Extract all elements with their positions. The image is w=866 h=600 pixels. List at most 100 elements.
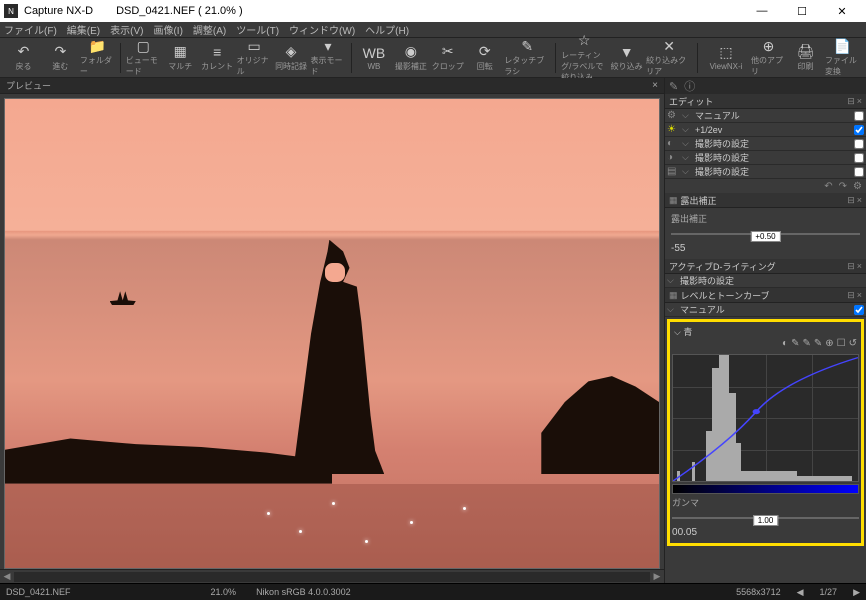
image-canvas[interactable] <box>0 94 664 569</box>
クロップ-icon: ✂ <box>439 44 457 60</box>
close-icon[interactable]: × <box>652 80 658 91</box>
scroll-right-icon[interactable]: ▶ <box>650 571 664 583</box>
menu-item[interactable]: ウィンドウ(W) <box>289 22 355 37</box>
channel-selector[interactable]: ⌵ 青 <box>674 325 692 338</box>
印刷-icon: 🖨 <box>796 44 814 60</box>
toolbar-button[interactable]: ▼絞り込み <box>609 40 644 76</box>
titlebar: N Capture NX-D DSD_0421.NEF ( 21.0% ) — … <box>0 0 866 22</box>
status-page: 1/27 <box>820 587 838 597</box>
scroll-left-icon[interactable]: ◀ <box>0 571 14 583</box>
toolbar-button[interactable]: ▾表示モード <box>311 40 346 76</box>
adjustment-row[interactable]: ▤⌵撮影時の設定 <box>665 165 866 179</box>
preview-tab[interactable]: プレビュー × <box>0 78 664 94</box>
close-button[interactable]: ✕ <box>822 1 862 21</box>
toolbar-button[interactable]: ↶戻る <box>6 40 41 76</box>
adjustment-checkbox[interactable] <box>854 111 864 121</box>
toolbar-button[interactable]: ⬚ViewNX-i <box>703 40 749 76</box>
chevron-down-icon: ⌵ <box>682 138 692 149</box>
adjustment-row[interactable]: ◐⌵撮影時の設定 <box>665 137 866 151</box>
edit-panel: ✎ ⓘ エディット ⊟× ⚙⌵マニュアル☀⌵+1/2ev◐⌵撮影時の設定◑⌵撮影… <box>664 78 866 583</box>
menu-item[interactable]: 表示(V) <box>110 22 143 37</box>
toolbar-button[interactable]: 📄ファイル変換 <box>825 40 860 76</box>
戻る-icon: ↶ <box>14 44 32 60</box>
close-panel-icon[interactable]: × <box>857 96 862 107</box>
dlighting-row[interactable]: ⌵撮影時の設定 <box>665 274 866 288</box>
curve-tool-icon[interactable]: ✎ <box>814 338 822 352</box>
toolbar-button[interactable]: ▢ビューモード <box>126 40 161 76</box>
ファイル変換-icon: 📄 <box>833 38 851 54</box>
horizontal-scrollbar[interactable]: ◀ ▶ <box>0 569 664 583</box>
gamma-slider[interactable]: 1.00 <box>672 511 859 525</box>
menu-item[interactable]: 調整(A) <box>193 22 226 37</box>
toolbar-button[interactable]: ✎レタッチブラシ <box>504 40 550 76</box>
menu-item[interactable]: ヘルプ(H) <box>365 22 409 37</box>
adjustment-row[interactable]: ◑⌵撮影時の設定 <box>665 151 866 165</box>
adjustment-icon: ◑ <box>667 152 679 163</box>
adjustment-row[interactable]: ☀⌵+1/2ev <box>665 123 866 137</box>
info-tab-icon[interactable]: ⓘ <box>684 78 695 94</box>
マルチ-icon: ▦ <box>171 44 189 60</box>
toolbar-button[interactable]: ↷進む <box>43 40 78 76</box>
output-range-slider[interactable] <box>672 484 859 494</box>
edit-header: エディット ⊟× <box>665 94 866 109</box>
curves-header[interactable]: ▦ レベルとトーンカーブ ⊟× <box>665 288 866 303</box>
curves-enable-checkbox[interactable] <box>854 305 864 315</box>
edit-tab-icon[interactable]: ✎ <box>669 80 678 93</box>
menu-item[interactable]: ファイル(F) <box>4 22 57 37</box>
undo-icon[interactable]: ↶ <box>824 181 832 192</box>
進む-icon: ↷ <box>51 44 69 60</box>
prev-icon[interactable]: ◀ <box>797 587 804 598</box>
toolbar-button[interactable]: ⊕他のアプリ <box>751 40 786 76</box>
curve-tool-icon[interactable]: ✎ <box>802 338 810 352</box>
toolbar-button[interactable]: 📁フォルダー <box>80 40 115 76</box>
toolbar-button[interactable]: ▦マルチ <box>163 40 198 76</box>
app-name: Capture NX-D <box>24 5 93 17</box>
exposure-header[interactable]: ▦ 露出補正 ⊟× <box>665 193 866 208</box>
dlighting-header[interactable]: アクティブD-ライティング ⊟× <box>665 259 866 274</box>
menu-item[interactable]: 画像(I) <box>153 22 182 37</box>
adjustment-row[interactable]: ⚙⌵マニュアル <box>665 109 866 123</box>
menu-item[interactable]: 編集(E) <box>67 22 100 37</box>
curve-tool-icon[interactable]: ✎ <box>791 338 799 352</box>
toolbar-button[interactable]: ≡カレント <box>200 40 235 76</box>
同時記録-icon: ◈ <box>282 44 300 60</box>
撮影補正-icon: ◉ <box>402 44 420 60</box>
adjustment-checkbox[interactable] <box>854 153 864 163</box>
toolbar: ↶戻る↷進む📁フォルダー ▢ビューモード▦マルチ≡カレント▭オリジナル◈同時記録▾… <box>0 38 866 78</box>
gear-icon[interactable]: ⚙ <box>853 181 862 192</box>
adjustment-icon: ☀ <box>667 124 679 135</box>
histogram-curves[interactable] <box>672 354 859 482</box>
status-profile: Nikon sRGB 4.0.0.3002 <box>256 587 351 597</box>
exposure-slider[interactable]: +0.50 <box>671 227 860 241</box>
toolbar-button[interactable]: ✂クロップ <box>430 40 465 76</box>
カレント-icon: ≡ <box>208 44 226 60</box>
オリジナル-icon: ▭ <box>245 38 263 54</box>
toolbar-button[interactable]: ◈同時記録 <box>274 40 309 76</box>
minimize-button[interactable]: — <box>742 1 782 21</box>
curves-mode-row[interactable]: ⌵マニュアル <box>665 303 866 317</box>
curve-tool-icon[interactable]: ☐ <box>837 338 846 352</box>
toolbar-button[interactable]: ▭オリジナル <box>237 40 272 76</box>
レーティング/ラベルで絞り込み-icon: ☆ <box>575 33 593 49</box>
adjustment-checkbox[interactable] <box>854 125 864 135</box>
toolbar-button[interactable]: ◉撮影補正 <box>393 40 428 76</box>
toolbar-button[interactable]: ⟳回転 <box>467 40 502 76</box>
maximize-button[interactable]: ☐ <box>782 1 822 21</box>
toolbar-button[interactable]: ☆レーティング/ラベルで絞り込み <box>561 40 607 76</box>
menu-item[interactable]: ツール(T) <box>236 22 279 37</box>
curve-tool-icon[interactable]: ◐ <box>782 338 788 352</box>
他のアプリ-icon: ⊕ <box>760 38 778 54</box>
next-icon[interactable]: ▶ <box>853 587 860 598</box>
adjustment-checkbox[interactable] <box>854 167 864 177</box>
redo-icon[interactable]: ↷ <box>839 181 847 192</box>
toolbar-button[interactable]: 🖨印刷 <box>788 40 823 76</box>
status-dims: 5568x3712 <box>736 587 781 597</box>
toolbar-button[interactable]: ✕絞り込みクリア <box>646 40 692 76</box>
adjustment-checkbox[interactable] <box>854 139 864 149</box>
回転-icon: ⟳ <box>476 44 494 60</box>
pin-icon[interactable]: ⊟ <box>847 96 855 107</box>
adjustment-icon: ◐ <box>667 138 679 149</box>
toolbar-button[interactable]: WBWB <box>356 40 391 76</box>
curve-tool-icon[interactable]: ↺ <box>849 338 857 352</box>
curve-tool-icon[interactable]: ⊕ <box>825 338 833 352</box>
